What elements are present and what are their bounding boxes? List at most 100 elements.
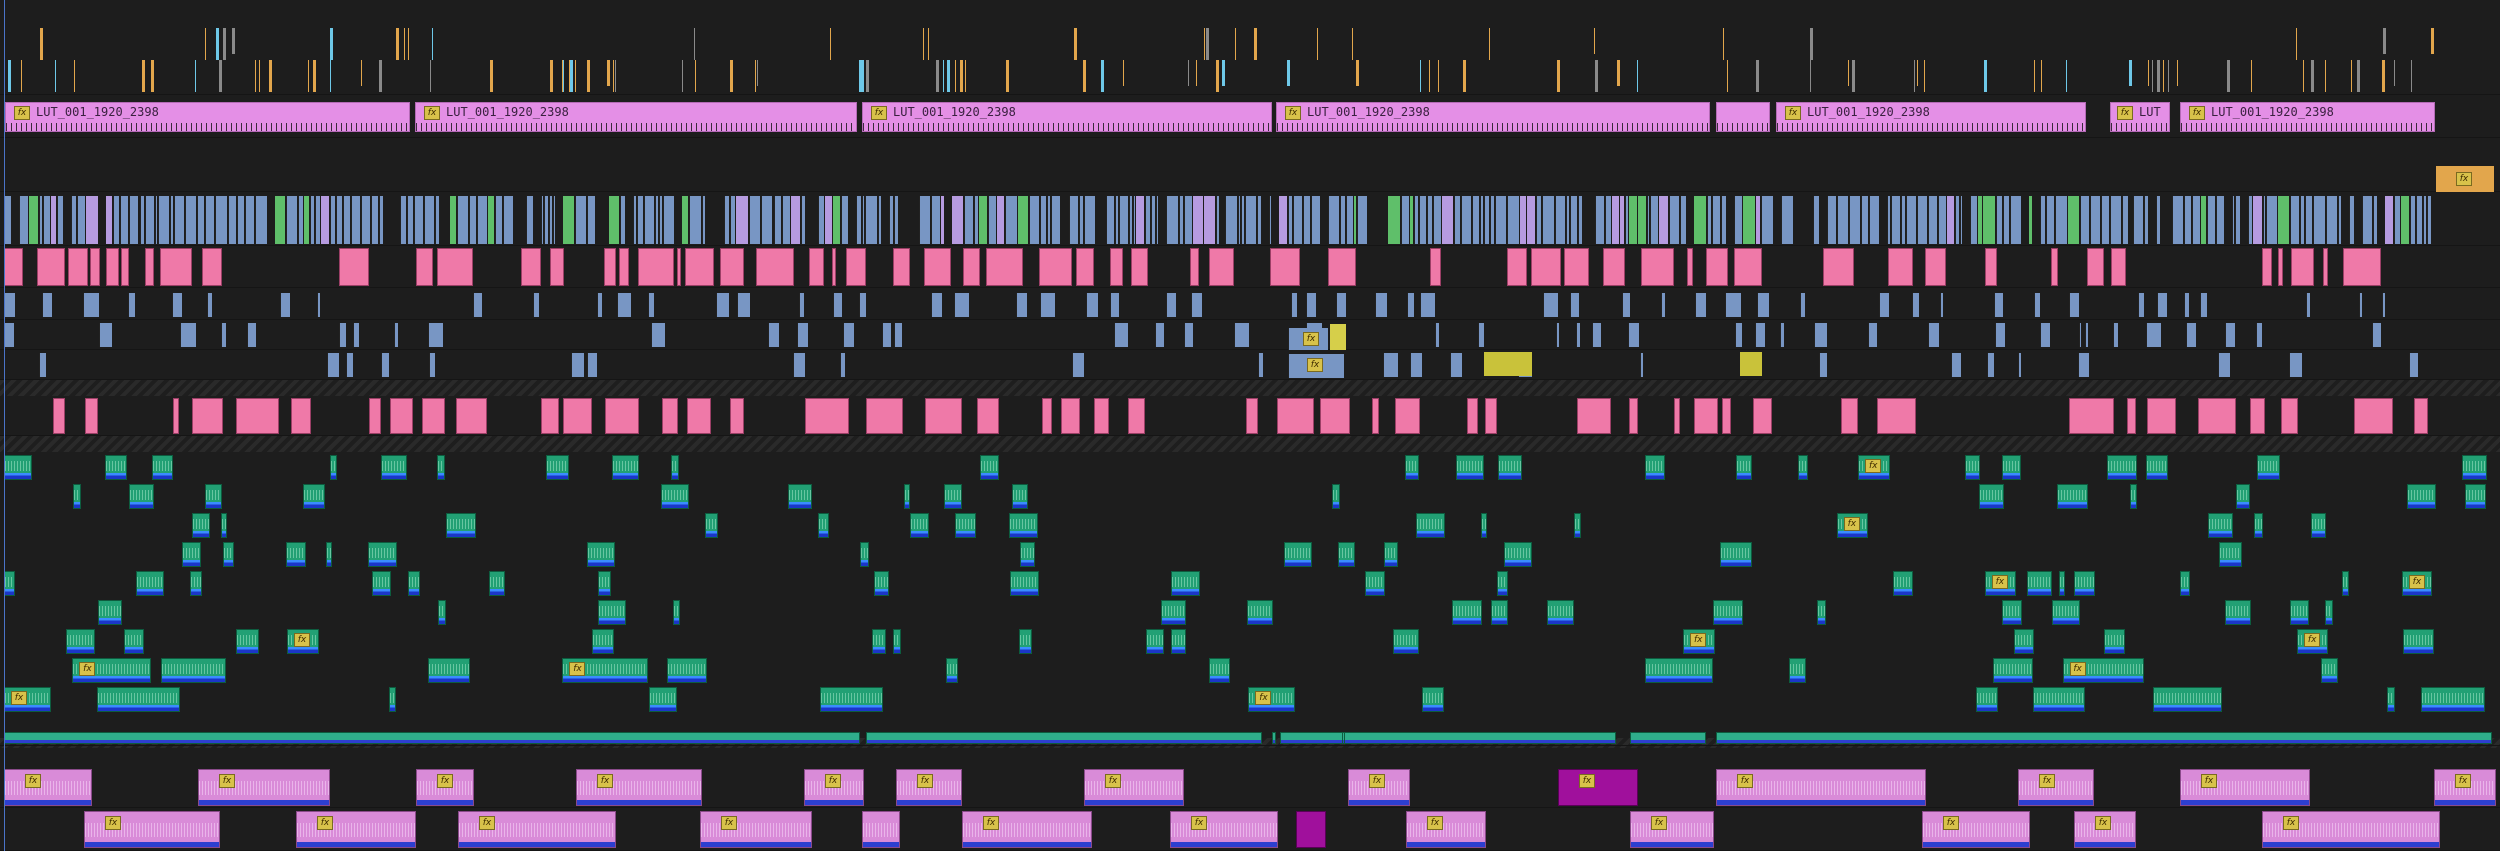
video-clip[interactable] — [2192, 196, 2200, 244]
sequence-marker[interactable] — [55, 60, 57, 92]
video-clip[interactable] — [394, 323, 398, 347]
video-clip[interactable] — [172, 293, 182, 317]
video-clip[interactable] — [1356, 196, 1368, 244]
sequence-marker[interactable] — [1073, 28, 1077, 60]
video-clip[interactable] — [42, 196, 51, 244]
video-clip[interactable] — [2184, 196, 2192, 244]
video-clip[interactable] — [805, 398, 849, 434]
video-clip[interactable] — [1005, 196, 1017, 244]
audio-clip[interactable]: fx — [1248, 687, 1295, 712]
video-clip[interactable] — [2039, 323, 2051, 347]
video-clip[interactable] — [1061, 398, 1080, 434]
audio-clip[interactable] — [1975, 687, 1999, 712]
video-clip[interactable] — [997, 196, 1005, 244]
video-clip[interactable] — [808, 248, 824, 286]
video-clip[interactable] — [587, 196, 595, 244]
video-clip[interactable] — [1946, 196, 1954, 244]
nested-sequence-clip[interactable] — [1630, 732, 1706, 744]
video-clip[interactable] — [1270, 248, 1301, 286]
video-clip[interactable] — [1165, 293, 1176, 317]
video-clip[interactable] — [2172, 196, 2184, 244]
audio-clip[interactable] — [2218, 542, 2242, 567]
video-clip[interactable] — [858, 293, 867, 317]
music-clip[interactable]: fx — [198, 769, 330, 806]
video-clip[interactable] — [2156, 293, 2167, 317]
audio-clip[interactable] — [2179, 571, 2191, 596]
video-clip[interactable] — [2381, 293, 2386, 317]
video-clip[interactable] — [139, 196, 145, 244]
video-clip[interactable] — [2054, 196, 2067, 244]
video-clip[interactable] — [160, 248, 192, 286]
video-clip[interactable] — [196, 196, 205, 244]
video-clip[interactable] — [2086, 248, 2104, 286]
sequence-marker[interactable] — [1617, 60, 1621, 86]
video-clip[interactable] — [682, 196, 689, 244]
video-clip[interactable] — [2121, 196, 2128, 244]
sequence-marker[interactable] — [606, 60, 610, 86]
video-clip[interactable] — [1569, 196, 1578, 244]
video-clip[interactable] — [2199, 293, 2207, 317]
audio-clip[interactable] — [1246, 600, 1273, 625]
video-clip[interactable] — [2277, 248, 2284, 286]
video-clip[interactable] — [974, 196, 978, 244]
video-clip[interactable] — [1848, 196, 1860, 244]
sequence-marker[interactable] — [1462, 60, 1466, 92]
video-clip[interactable] — [1994, 323, 2005, 347]
audio-clip[interactable] — [372, 571, 391, 596]
sequence-marker[interactable] — [408, 28, 410, 60]
video-clip[interactable] — [817, 196, 824, 244]
sequence-marker[interactable] — [1187, 60, 1189, 86]
video-clip[interactable] — [472, 293, 483, 317]
video-clip[interactable] — [1542, 293, 1559, 317]
audio-clip[interactable] — [2153, 687, 2223, 712]
video-clip[interactable] — [586, 353, 597, 377]
video-clip[interactable] — [1640, 248, 1674, 286]
video-clip[interactable] — [976, 398, 999, 434]
video-clip[interactable] — [2262, 196, 2266, 244]
video-clip[interactable] — [962, 248, 981, 286]
audio-clip[interactable] — [4, 571, 16, 596]
audio-clip[interactable] — [1497, 571, 1509, 596]
video-clip[interactable] — [1040, 293, 1056, 317]
adjustment-clip[interactable]: fx LUT — [2110, 102, 2170, 132]
sequence-marker[interactable] — [2152, 60, 2154, 92]
audio-clip[interactable] — [1146, 629, 1165, 654]
video-clip[interactable] — [1940, 293, 1943, 317]
video-clip[interactable] — [2084, 323, 2088, 347]
video-clip[interactable] — [1038, 248, 1072, 286]
sequence-marker[interactable] — [1006, 60, 1010, 92]
video-clip[interactable] — [351, 196, 361, 244]
audio-clip[interactable] — [910, 513, 929, 538]
video-clip[interactable] — [2408, 353, 2418, 377]
video-clip[interactable] — [1625, 196, 1629, 244]
audio-clip[interactable] — [407, 571, 421, 596]
video-clip[interactable] — [1755, 196, 1761, 244]
video-clip[interactable] — [2410, 196, 2416, 244]
video-clip[interactable] — [37, 248, 66, 286]
video-clip[interactable] — [1136, 196, 1145, 244]
track-adjustment-layer[interactable]: fx LUT_001_1920_2398 fx LUT_001_1920_239… — [0, 98, 2500, 138]
video-clip[interactable] — [201, 248, 222, 286]
video-clip[interactable] — [2255, 323, 2263, 347]
video-clip[interactable] — [1970, 196, 1978, 244]
video-clip[interactable] — [1346, 196, 1353, 244]
video-clip[interactable] — [1721, 398, 1731, 434]
audio-clip[interactable] — [160, 658, 227, 683]
video-clip[interactable] — [2067, 196, 2079, 244]
video-clip[interactable] — [1079, 196, 1083, 244]
video-clip[interactable] — [793, 353, 806, 377]
video-clip[interactable] — [840, 353, 845, 377]
video-clip[interactable] — [2427, 196, 2432, 244]
video-clip[interactable] — [1426, 196, 1432, 244]
video-clip[interactable] — [684, 248, 715, 286]
video-clip[interactable] — [1823, 248, 1854, 286]
video-clip[interactable] — [715, 293, 730, 317]
video-clip[interactable] — [1984, 248, 1997, 286]
video-clip[interactable] — [1288, 196, 1293, 244]
audio-clip[interactable] — [1331, 484, 1340, 509]
audio-clip[interactable]: fx — [1683, 629, 1715, 654]
video-clip[interactable] — [2110, 248, 2127, 286]
video-clip[interactable] — [1410, 196, 1413, 244]
audio-clip[interactable] — [96, 687, 181, 712]
audio-clip[interactable] — [859, 542, 869, 567]
